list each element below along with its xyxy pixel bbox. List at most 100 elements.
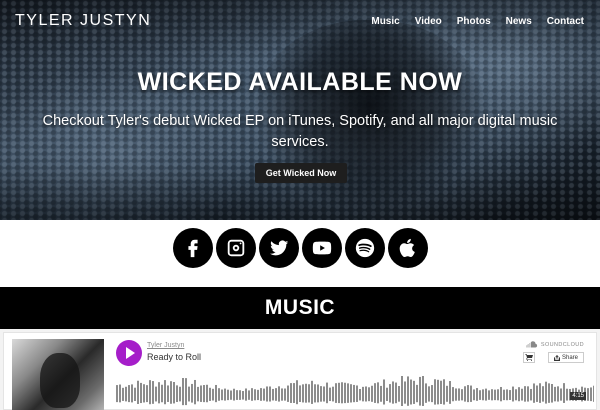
waveform-bar [500, 386, 502, 402]
waveform-bar [323, 386, 325, 402]
waveform-bar [524, 386, 526, 402]
artist-link[interactable]: Tyler Justyn [147, 342, 184, 349]
waveform-bar [263, 388, 265, 401]
waveform-bar [248, 390, 250, 400]
waveform-bar [266, 386, 268, 402]
waveform-bar [230, 390, 232, 400]
waveform-bar [434, 379, 436, 405]
social-links [0, 228, 600, 268]
waveform-bar [338, 382, 340, 404]
site-logo[interactable]: TYLER JUSTYN [15, 12, 151, 30]
nav-music[interactable]: Music [371, 16, 399, 27]
waveform-bar [548, 383, 550, 403]
track-title[interactable]: Ready to Roll [147, 352, 201, 362]
nav-news[interactable]: News [506, 16, 532, 27]
waveform-bar [218, 388, 220, 401]
apple-link[interactable] [387, 228, 428, 268]
track-artwork[interactable] [12, 339, 104, 410]
waveform-bar [551, 384, 553, 403]
waveform-bar [143, 384, 145, 403]
waveform-bar [128, 385, 130, 403]
get-wicked-button[interactable]: Get Wicked Now [255, 163, 347, 183]
waveform-bar [440, 380, 442, 404]
nav-video[interactable]: Video [415, 16, 442, 27]
waveform-bar [392, 381, 394, 404]
waveform-bar [554, 386, 556, 402]
waveform-bar [200, 385, 202, 402]
waveform-bar [395, 382, 397, 404]
waveform[interactable] [116, 375, 594, 409]
instagram-link[interactable] [215, 228, 256, 268]
waveform-bar [296, 380, 298, 405]
waveform-bar [386, 387, 388, 401]
waveform-bar [341, 382, 343, 404]
waveform-bar [485, 388, 487, 401]
waveform-bar [212, 388, 214, 401]
waveform-bar [413, 380, 415, 404]
waveform-bar [119, 384, 121, 403]
waveform-bar [224, 388, 226, 401]
waveform-bar [278, 386, 280, 402]
waveform-bar [308, 384, 310, 403]
waveform-bar [245, 388, 247, 401]
waveform-bar [545, 381, 547, 404]
waveform-bar [566, 388, 568, 401]
spotify-icon [355, 238, 374, 258]
waveform-bar [320, 386, 322, 402]
waveform-bar [227, 389, 229, 401]
waveform-bar [377, 382, 379, 404]
waveform-bar [275, 388, 277, 401]
waveform-bar [512, 386, 514, 402]
spotify-link[interactable] [344, 228, 385, 268]
waveform-bar [173, 382, 175, 404]
waveform-bar [155, 386, 157, 402]
waveform-bar [350, 384, 352, 403]
waveform-bar [542, 386, 544, 402]
waveform-bar [473, 389, 475, 401]
waveform-bar [347, 383, 349, 403]
waveform-bar [233, 388, 235, 401]
waveform-bar [407, 376, 409, 406]
waveform-bar [329, 387, 331, 402]
nav-photos[interactable]: Photos [457, 16, 491, 27]
waveform-bar [203, 385, 205, 403]
waveform-bar [149, 380, 151, 405]
waveform-bar [467, 385, 469, 403]
waveform-bar [536, 385, 538, 402]
waveform-bar [539, 383, 541, 403]
waveform-bar [419, 376, 421, 406]
waveform-bar [236, 390, 238, 400]
waveform-bar [449, 381, 451, 404]
waveform-bar [185, 378, 187, 406]
waveform-bar [491, 389, 493, 401]
waveform-bar [428, 386, 430, 402]
waveform-bar [437, 379, 439, 405]
share-button[interactable]: Share [548, 352, 584, 363]
waveform-bar [422, 376, 424, 406]
waveform-bar [593, 385, 594, 402]
waveform-bar [362, 386, 364, 402]
waveform-bar [221, 389, 223, 401]
hero-vignette [0, 0, 600, 220]
waveform-bar [368, 387, 370, 402]
youtube-link[interactable] [301, 228, 342, 268]
waveform-bar [122, 387, 124, 401]
nav-contact[interactable]: Contact [547, 16, 584, 27]
player-card: Tyler Justyn Ready to Roll SOUNDCLOUD Sh… [3, 332, 597, 410]
waveform-bar [125, 386, 127, 402]
waveform-bar [353, 384, 355, 403]
waveform-bar [410, 379, 412, 405]
waveform-bar [302, 384, 304, 403]
waveform-bar [251, 388, 253, 401]
waveform-bar [530, 388, 532, 401]
facebook-link[interactable] [172, 228, 213, 268]
waveform-bar [344, 382, 346, 404]
soundcloud-logo[interactable]: SOUNDCLOUD [526, 341, 584, 348]
waveform-bar [317, 384, 319, 403]
waveform-bar [509, 390, 511, 400]
waveform-bar [563, 383, 565, 403]
waveform-bar [404, 381, 406, 404]
play-button[interactable] [116, 340, 142, 366]
buy-button[interactable] [523, 352, 535, 363]
twitter-link[interactable] [258, 228, 299, 268]
